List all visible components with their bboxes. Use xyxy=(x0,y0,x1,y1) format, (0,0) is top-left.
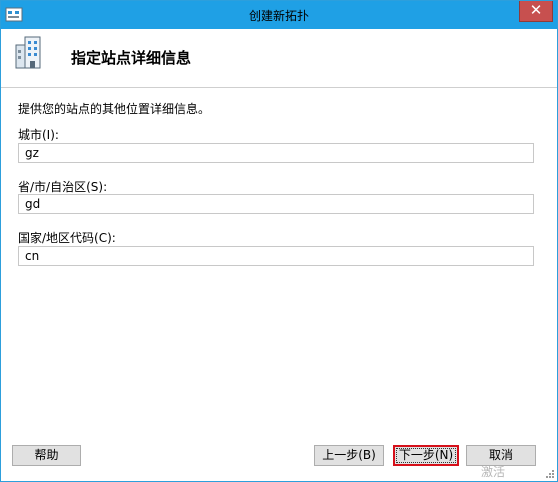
city-input[interactable] xyxy=(18,143,534,163)
resize-grip-icon[interactable] xyxy=(545,469,555,479)
activation-watermark: 激活 xyxy=(481,465,506,479)
header-divider xyxy=(1,87,557,88)
building-icon xyxy=(15,36,41,69)
page-header: 指定站点详细信息 xyxy=(1,29,557,87)
dialog-window: 创建新拓扑 ✕ 指定站点详细信息 提供您的站点的其他位置详细信息。 城市(I):… xyxy=(0,0,558,482)
next-button[interactable]: 下一步(N) xyxy=(393,445,459,466)
country-label: 国家/地区代码(C): xyxy=(18,231,116,245)
city-label: 城市(I): xyxy=(18,128,59,142)
next-button-label: 下一步(N) xyxy=(396,448,456,463)
close-button[interactable]: ✕ xyxy=(519,1,553,22)
page-title: 指定站点详细信息 xyxy=(71,49,192,67)
province-label: 省/市/自治区(S): xyxy=(18,180,108,194)
window-title: 创建新拓扑 xyxy=(248,9,309,23)
description-text: 提供您的站点的其他位置详细信息。 xyxy=(18,102,211,116)
country-code-input[interactable] xyxy=(18,246,534,266)
close-icon: ✕ xyxy=(529,1,543,19)
province-input[interactable] xyxy=(18,194,534,214)
help-button[interactable]: 帮助 xyxy=(12,445,81,466)
title-bar[interactable]: 创建新拓扑 ✕ xyxy=(1,1,557,29)
back-button[interactable]: 上一步(B) xyxy=(314,445,384,466)
